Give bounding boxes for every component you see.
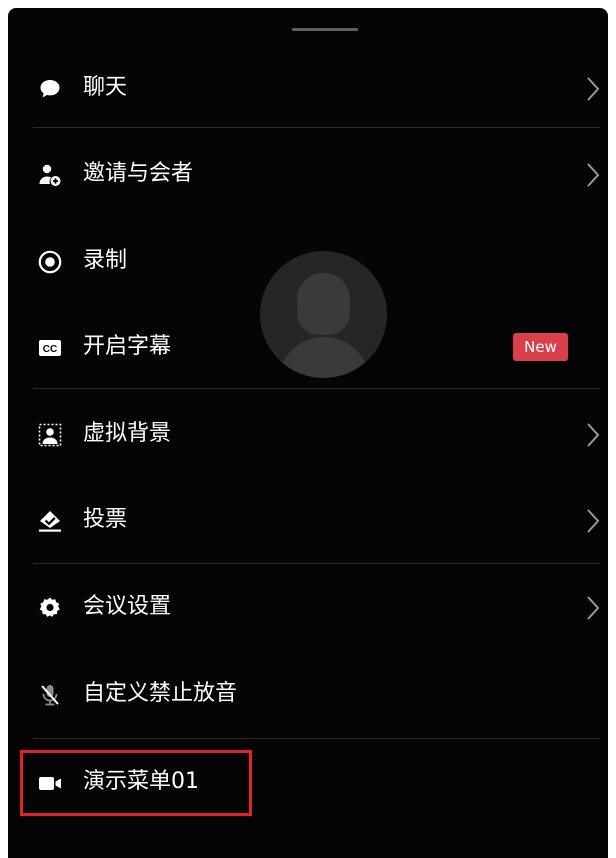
closed-caption-icon: CC (38, 336, 62, 360)
chevron-right-icon (586, 422, 600, 448)
drag-handle[interactable] (292, 28, 358, 31)
menu-item-label: 会议设置 (83, 594, 172, 619)
vote-icon (38, 509, 62, 533)
menu-item-label: 自定义禁止放音 (83, 681, 238, 706)
menu-item-chat[interactable]: 聊天 (8, 45, 608, 131)
virtual-background-icon (38, 423, 62, 447)
record-icon (38, 250, 62, 274)
menu-item-label: 虚拟背景 (83, 421, 172, 446)
menu-item-vote[interactable]: 投票 (8, 477, 608, 563)
menu-item-label: 聊天 (83, 75, 128, 100)
menu-item-label: 邀请与会者 (83, 161, 194, 186)
menu-item-record[interactable]: 录制 (8, 218, 608, 304)
mic-off-icon (38, 683, 62, 707)
menu-item-captions[interactable]: CC 开启字幕 New (8, 304, 608, 390)
menu-divider (33, 127, 600, 128)
svg-text:CC: CC (43, 344, 57, 355)
new-badge: New (513, 333, 568, 361)
chevron-right-icon (586, 76, 600, 102)
chat-bubble-icon (38, 77, 62, 101)
menu-item-label: 演示菜单01 (83, 769, 199, 794)
menu-item-custom-mute-playback[interactable]: 自定义禁止放音 (8, 651, 608, 737)
menu-item-virtual-background[interactable]: 虚拟背景 (8, 391, 608, 477)
chevron-right-icon (586, 508, 600, 534)
menu-divider (33, 388, 600, 389)
add-participant-icon (38, 163, 62, 187)
video-camera-icon (38, 771, 62, 795)
chevron-right-icon (586, 162, 600, 188)
menu-item-demo-menu-01[interactable]: 演示菜单01 (8, 739, 608, 825)
gear-icon (38, 596, 62, 620)
chevron-right-icon (586, 595, 600, 621)
menu-item-label: 投票 (83, 507, 128, 532)
menu-item-invite[interactable]: 邀请与会者 (8, 131, 608, 217)
menu-item-meeting-settings[interactable]: 会议设置 (8, 564, 608, 650)
menu-item-label: 录制 (83, 248, 128, 273)
menu-item-label: 开启字幕 (83, 334, 172, 359)
